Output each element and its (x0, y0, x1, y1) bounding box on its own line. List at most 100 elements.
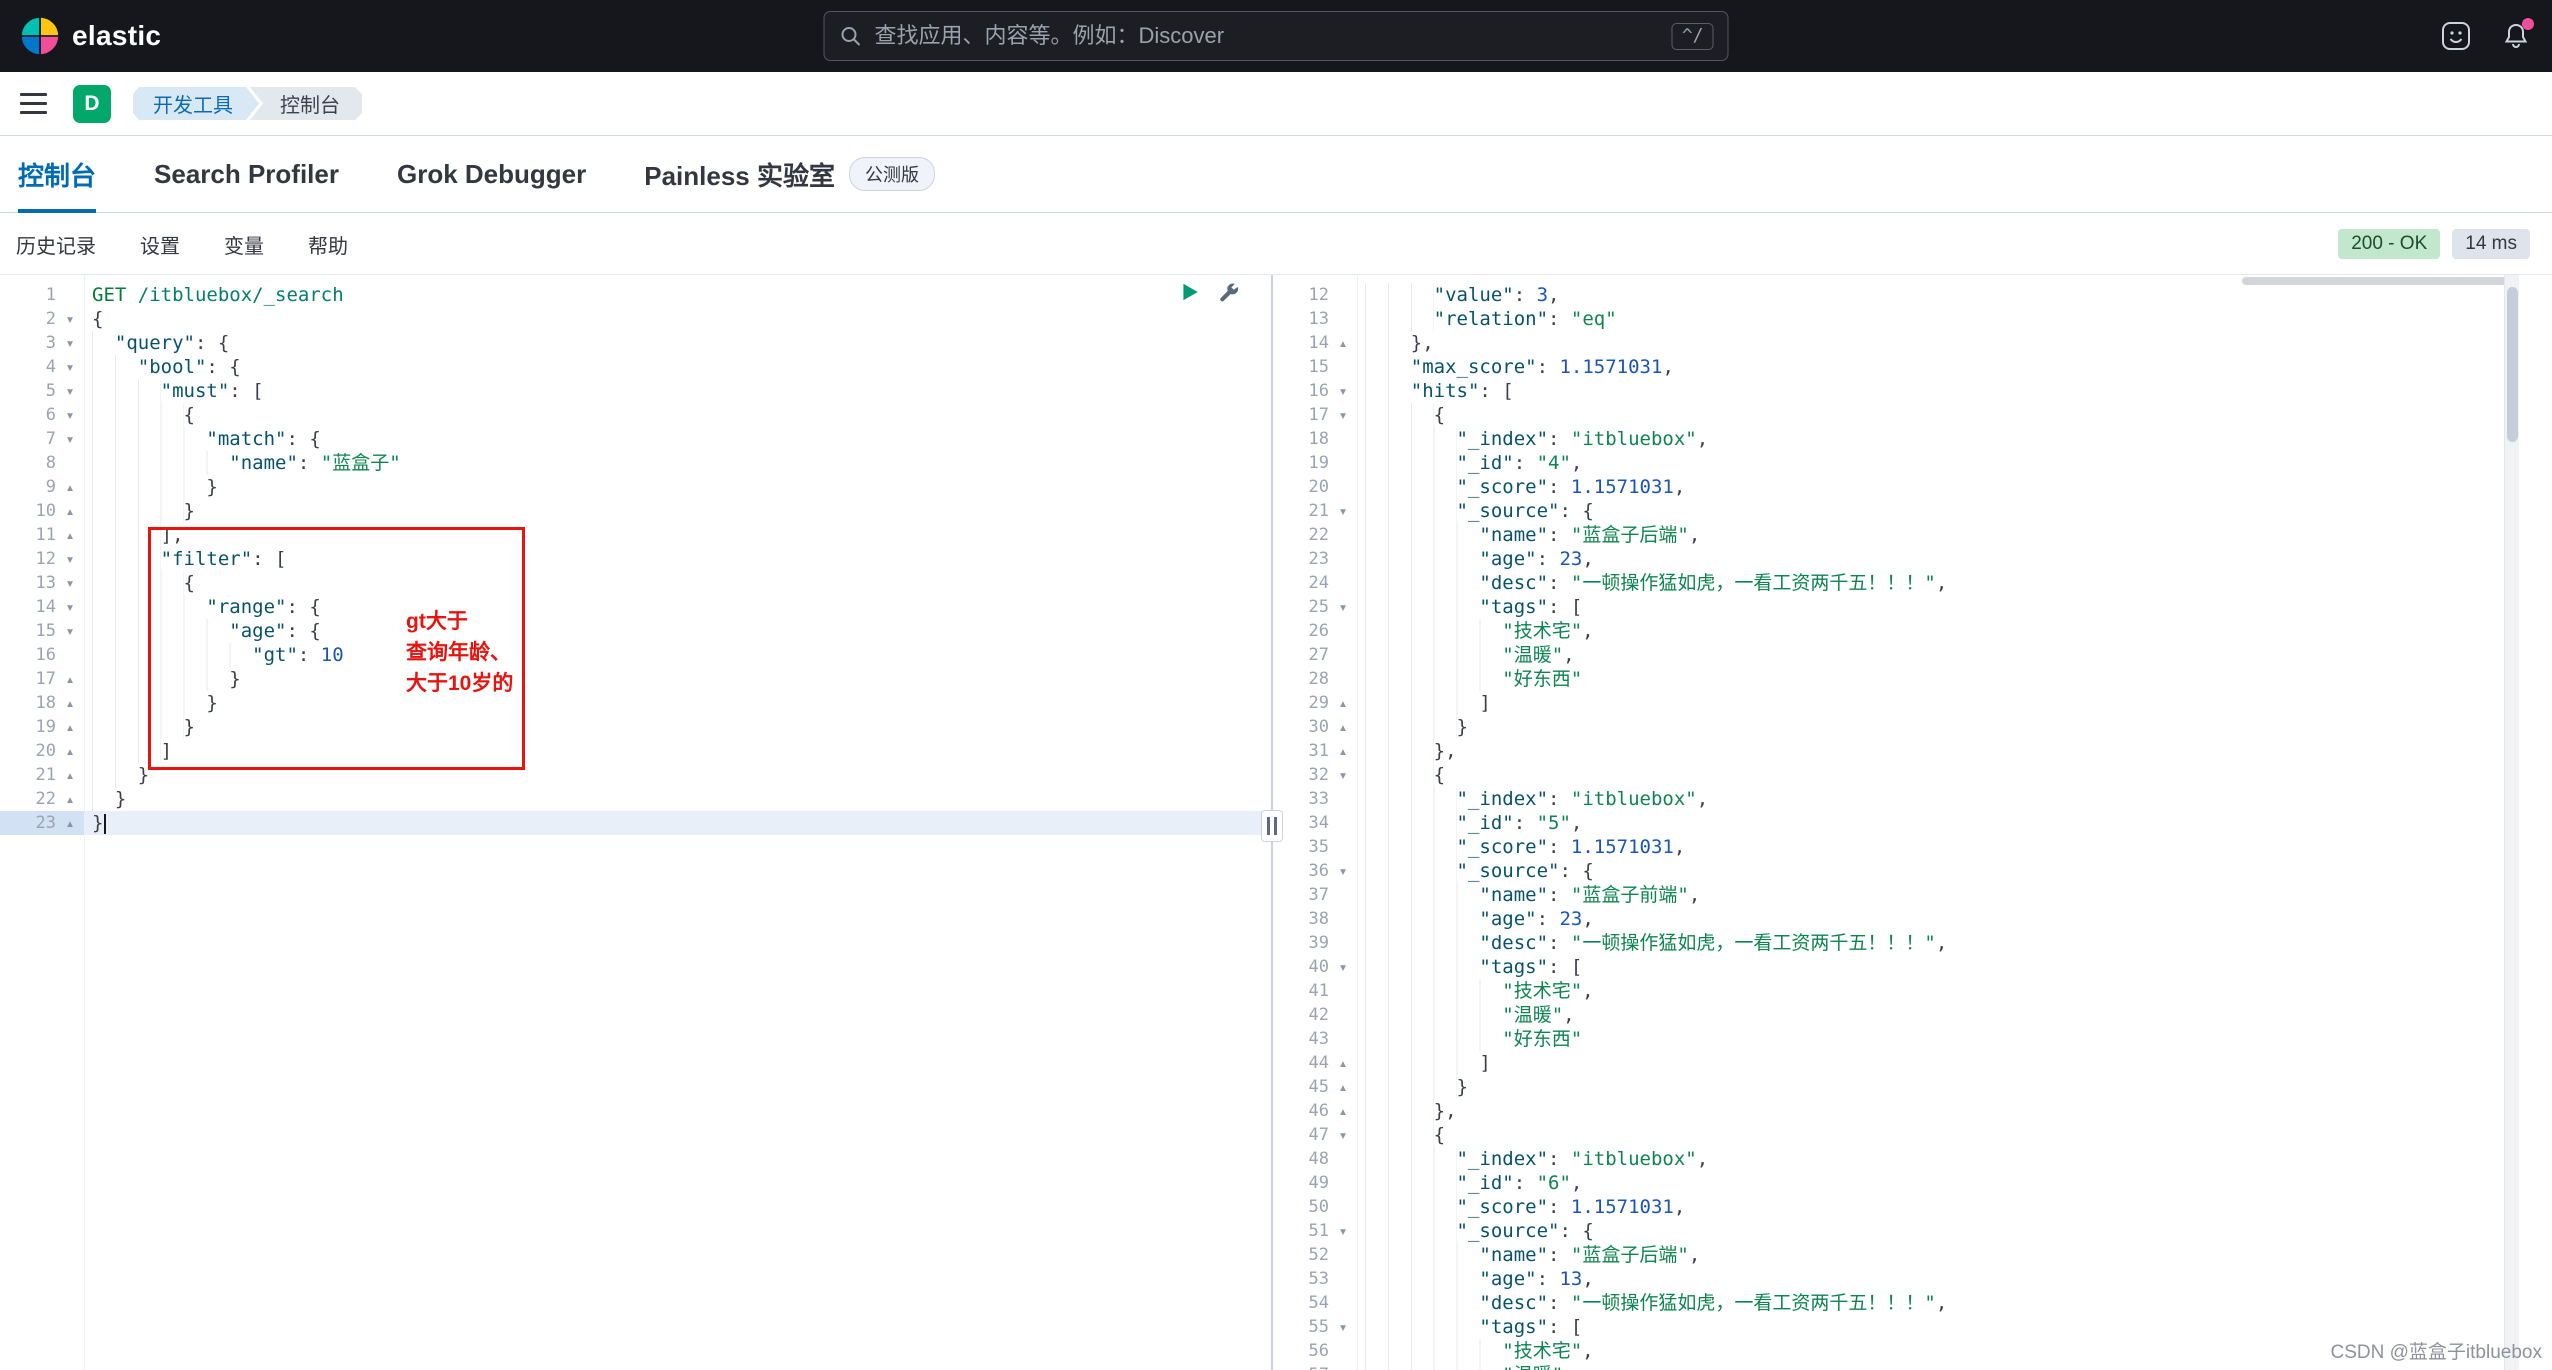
code-line[interactable]: 38 "age": 23, (1273, 907, 2504, 931)
fold-toggle-icon[interactable]: ▾ (56, 595, 84, 619)
code-line[interactable]: 56 "技术宅", (1273, 1339, 2504, 1363)
code-line[interactable]: 8 "name": "蓝盒子" (0, 451, 1271, 475)
fold-toggle-icon[interactable]: ▴ (1329, 1099, 1357, 1123)
fold-toggle-icon[interactable]: ▾ (56, 427, 84, 451)
elastic-home-link[interactable]: elastic (20, 16, 161, 56)
code-line[interactable]: 45 ▴} (1273, 1075, 2504, 1099)
breadcrumb-console[interactable]: 控制台 (250, 87, 362, 120)
fold-toggle-icon[interactable]: ▾ (1329, 499, 1357, 523)
breadcrumb-dev-tools[interactable]: 开发工具 (133, 87, 259, 120)
notifications-bell-icon[interactable] (2500, 18, 2534, 52)
code-line[interactable]: 34 "_id": "5", (1273, 811, 2504, 835)
fold-toggle-icon[interactable]: ▾ (56, 571, 84, 595)
code-line[interactable]: 18 "_index": "itbluebox", (1273, 427, 2504, 451)
code-line[interactable]: 39 "desc": "一顿操作猛如虎，一看工资两千五！！！", (1273, 931, 2504, 955)
code-line[interactable]: 3 ▾ "query": { (0, 331, 1271, 355)
tab-grok-debugger[interactable]: Grok Debugger (397, 136, 586, 212)
code-line[interactable]: 50 "_score": 1.1571031, (1273, 1195, 2504, 1219)
fold-toggle-icon[interactable]: ▴ (1329, 715, 1357, 739)
fold-toggle-icon[interactable]: ▴ (56, 475, 84, 499)
send-request-button[interactable] (1178, 280, 1202, 304)
code-line[interactable]: 20 "_score": 1.1571031, (1273, 475, 2504, 499)
fold-toggle-icon[interactable]: ▾ (1329, 1315, 1357, 1339)
code-line[interactable]: 55 ▾ "tags": [ (1273, 1315, 2504, 1339)
code-line[interactable]: 36 ▾ "_source": { (1273, 859, 2504, 883)
code-line[interactable]: 1 GET /itbluebox/_search (0, 283, 1271, 307)
code-line[interactable]: 53 "age": 13, (1273, 1267, 2504, 1291)
code-line[interactable]: 22 "name": "蓝盒子后端", (1273, 523, 2504, 547)
code-line[interactable]: 6 ▾{ (0, 403, 1271, 427)
code-line[interactable]: 21 ▾ "_source": { (1273, 499, 2504, 523)
code-line[interactable]: 24 "desc": "一顿操作猛如虎，一看工资两千五！！！", (1273, 571, 2504, 595)
fold-toggle-icon[interactable]: ▴ (56, 667, 84, 691)
code-line[interactable]: 43 "好东西" (1273, 1027, 2504, 1051)
fold-toggle-icon[interactable]: ▾ (1329, 955, 1357, 979)
fold-toggle-icon[interactable]: ▾ (1329, 595, 1357, 619)
fold-toggle-icon[interactable]: ▴ (1329, 1075, 1357, 1099)
code-line[interactable]: 22 ▴} (0, 787, 1271, 811)
code-line[interactable]: 12 "value": 3, (1273, 283, 2504, 307)
scrollbar-track-vertical[interactable] (2504, 275, 2519, 1370)
fold-toggle-icon[interactable]: ▾ (56, 379, 84, 403)
feedback-icon[interactable] (2440, 20, 2472, 52)
fold-toggle-icon[interactable]: ▴ (56, 763, 84, 787)
code-line[interactable]: 29 ▴] (1273, 691, 2504, 715)
code-line[interactable]: 16 "gt": 10 (0, 643, 1271, 667)
fold-toggle-icon[interactable]: ▾ (1329, 379, 1357, 403)
code-line[interactable]: 31 ▴}, (1273, 739, 2504, 763)
code-line[interactable]: 52 "name": "蓝盒子后端", (1273, 1243, 2504, 1267)
global-search-bar[interactable]: ^/ (823, 11, 1729, 61)
code-line[interactable]: 37 "name": "蓝盒子前端", (1273, 883, 2504, 907)
code-line[interactable]: 54 "desc": "一顿操作猛如虎，一看工资两千五！！！", (1273, 1291, 2504, 1315)
global-search-input[interactable] (874, 23, 1660, 49)
response-viewer[interactable]: 12 "value": 3, 13 "relation": "eq" 14 ▴}, 15 "m… (1273, 275, 2504, 1370)
fold-toggle-icon[interactable]: ▴ (56, 739, 84, 763)
code-line[interactable]: 49 "_id": "6", (1273, 1171, 2504, 1195)
code-line[interactable]: 46 ▴}, (1273, 1099, 2504, 1123)
fold-toggle-icon[interactable]: ▴ (1329, 331, 1357, 355)
code-line[interactable]: 21 ▴} (0, 763, 1271, 787)
fold-toggle-icon[interactable]: ▴ (56, 811, 84, 835)
pane-resize-handle[interactable] (1261, 810, 1283, 842)
tab-console[interactable]: 控制台 (18, 136, 97, 213)
fold-toggle-icon[interactable]: ▾ (56, 619, 84, 643)
fold-toggle-icon[interactable]: ▾ (1329, 1123, 1357, 1147)
fold-toggle-icon[interactable]: ▴ (56, 523, 84, 547)
code-line[interactable]: 44 ▴] (1273, 1051, 2504, 1075)
code-line[interactable]: 19 "_id": "4", (1273, 451, 2504, 475)
code-line[interactable]: 42 "温暖", (1273, 1003, 2504, 1027)
code-line[interactable]: 4 ▾ "bool": { (0, 355, 1271, 379)
fold-toggle-icon[interactable]: ▴ (56, 787, 84, 811)
code-line[interactable]: 48 "_index": "itbluebox", (1273, 1147, 2504, 1171)
code-line[interactable]: 35 "_score": 1.1571031, (1273, 835, 2504, 859)
fold-toggle-icon[interactable]: ▾ (56, 547, 84, 571)
code-line[interactable]: 10 ▴} (0, 499, 1271, 523)
code-line[interactable]: 12 ▾ "filter": [ (0, 547, 1271, 571)
fold-toggle-icon[interactable]: ▴ (1329, 691, 1357, 715)
code-line[interactable]: 19 ▴} (0, 715, 1271, 739)
code-line[interactable]: 14 ▴}, (1273, 331, 2504, 355)
code-line[interactable]: 26 "技术宅", (1273, 619, 2504, 643)
menu-hamburger-icon[interactable] (20, 93, 47, 114)
fold-toggle-icon[interactable]: ▾ (56, 403, 84, 427)
code-line[interactable]: 14 ▾ "range": { (0, 595, 1271, 619)
code-line[interactable]: 30 ▴} (1273, 715, 2504, 739)
fold-toggle-icon[interactable]: ▴ (56, 691, 84, 715)
space-avatar[interactable]: D (73, 84, 111, 123)
fold-toggle-icon[interactable]: ▾ (1329, 403, 1357, 427)
fold-toggle-icon[interactable]: ▾ (56, 331, 84, 355)
code-line[interactable]: 41 "技术宅", (1273, 979, 2504, 1003)
code-line[interactable]: 25 ▾ "tags": [ (1273, 595, 2504, 619)
code-line[interactable]: 2 ▾ { (0, 307, 1271, 331)
code-line[interactable]: 16 ▾ "hits": [ (1273, 379, 2504, 403)
code-line[interactable]: 20 ▴] (0, 739, 1271, 763)
code-line[interactable]: 15 ▾ "age": { (0, 619, 1271, 643)
code-line[interactable]: 7 ▾ "match": { (0, 427, 1271, 451)
fold-toggle-icon[interactable]: ▾ (56, 355, 84, 379)
scroll-thumb-horizontal[interactable] (2242, 277, 2518, 285)
code-line[interactable]: 57 "温暖", (1273, 1363, 2504, 1370)
wrench-icon[interactable] (1216, 280, 1240, 304)
fold-toggle-icon[interactable]: ▴ (1329, 1051, 1357, 1075)
code-line[interactable]: 17 ▾{ (1273, 403, 2504, 427)
settings-button[interactable]: 设置 (140, 230, 180, 259)
